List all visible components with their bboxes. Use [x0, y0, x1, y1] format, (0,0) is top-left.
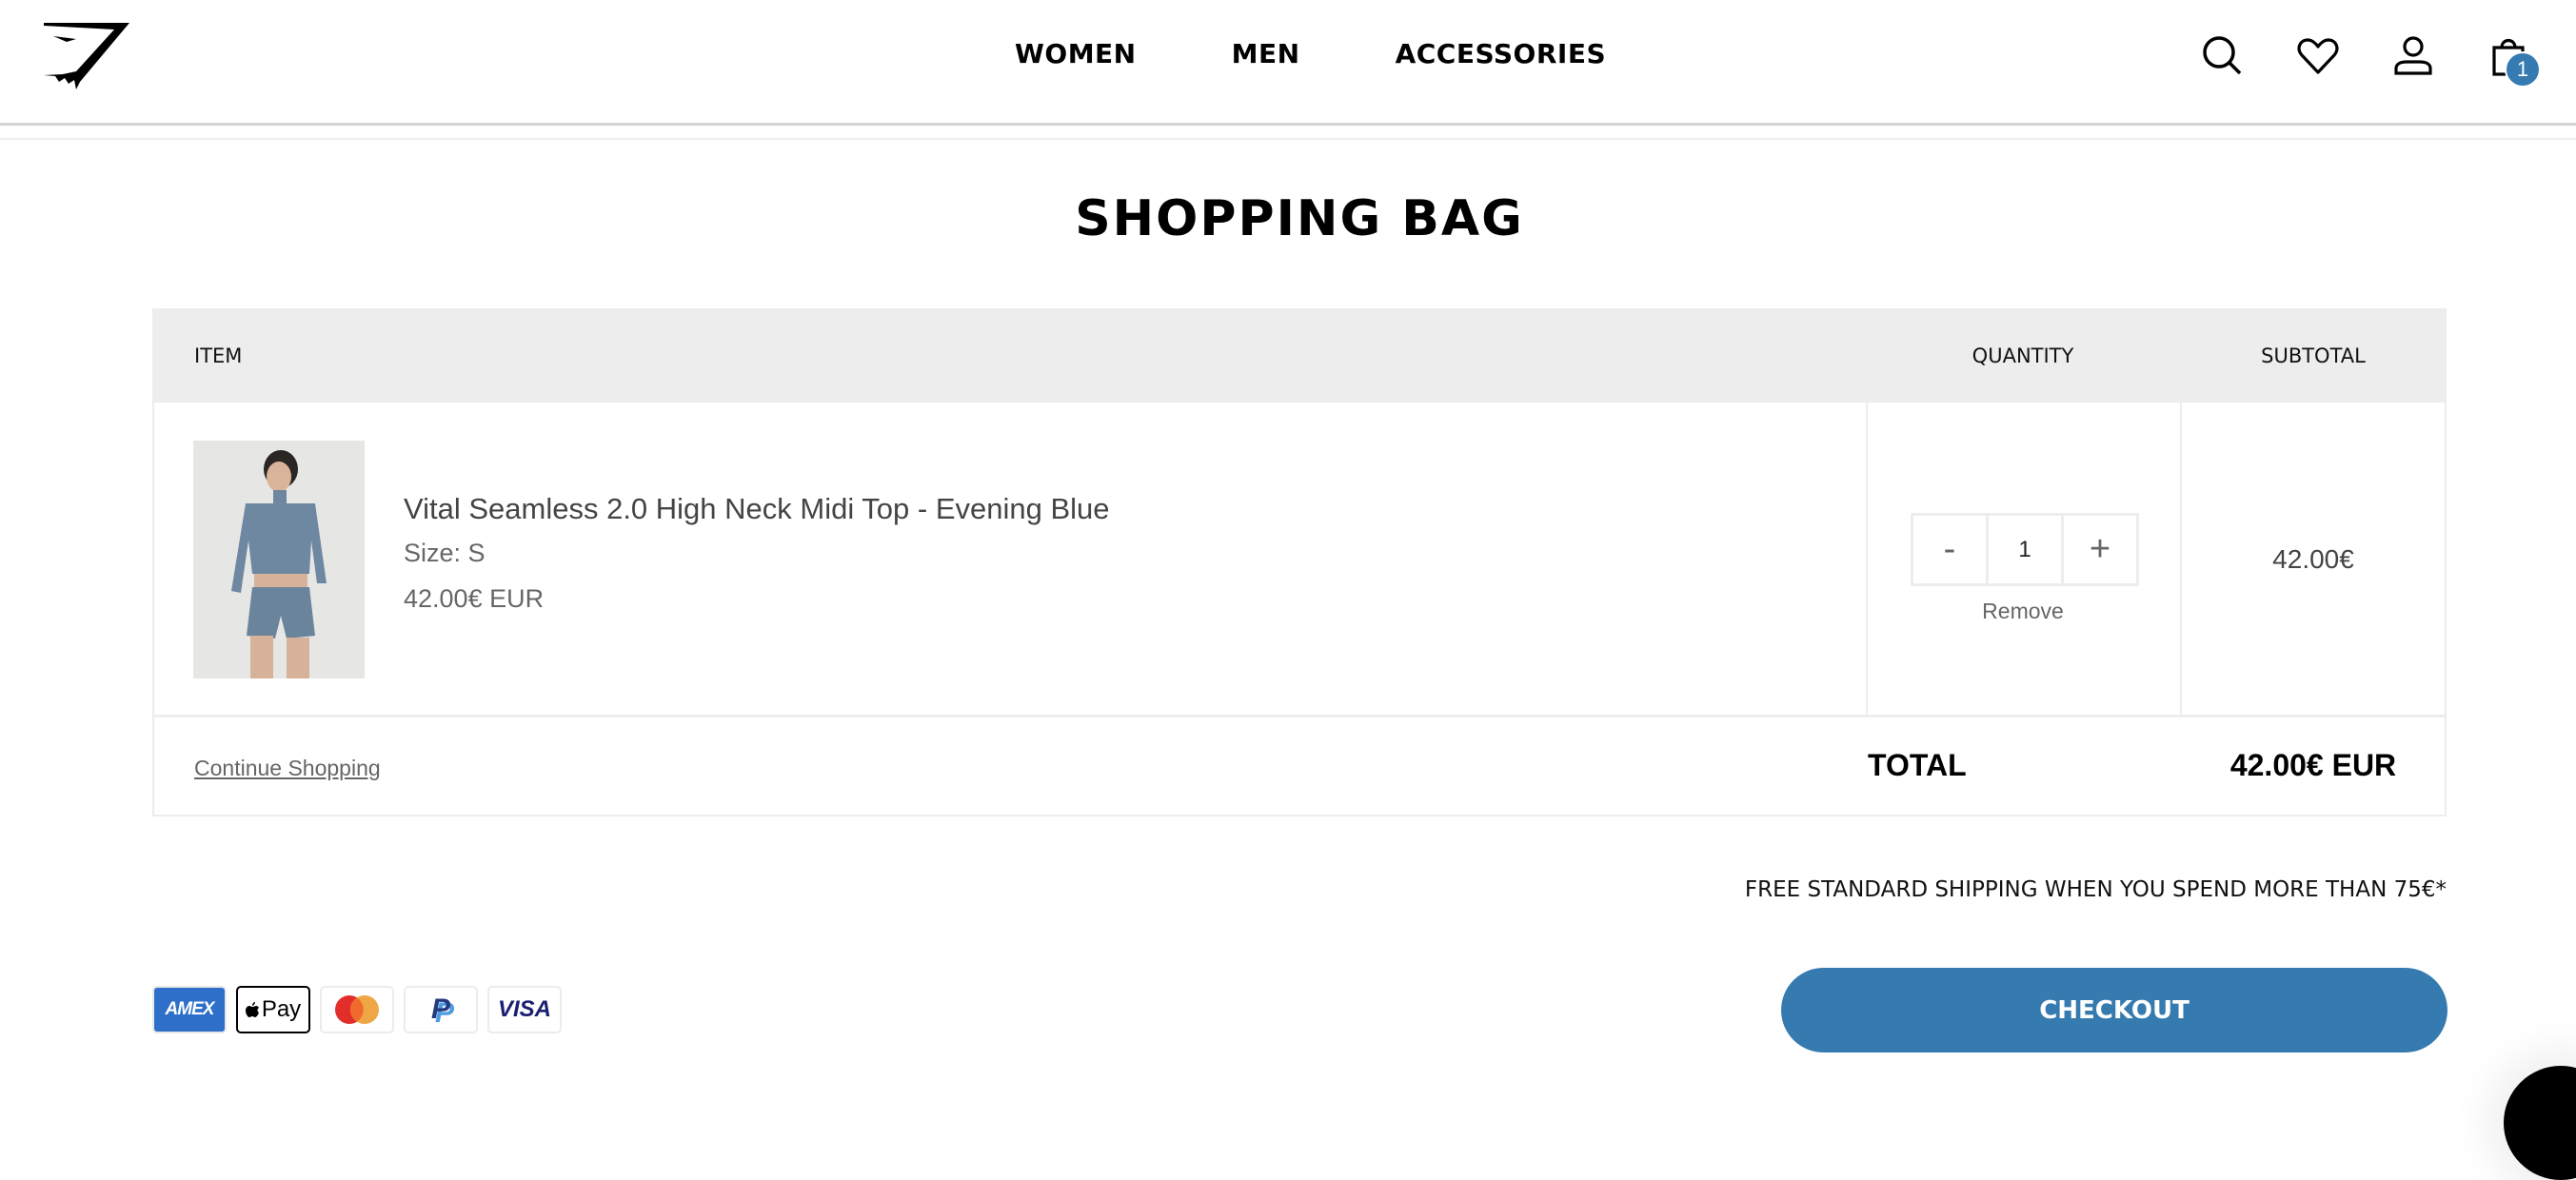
visa-icon: VISA — [487, 986, 562, 1033]
checkout-button[interactable]: CHECKOUT — [1781, 968, 2447, 1052]
table-header: ITEM QUANTITY SUBTOTAL — [154, 310, 2445, 403]
increment-button[interactable]: + — [2064, 516, 2136, 583]
account-icon[interactable] — [2389, 32, 2437, 80]
table-row: Vital Seamless 2.0 High Neck Midi Top - … — [154, 403, 2445, 718]
product-image[interactable] — [193, 441, 365, 678]
amex-icon: AMEX — [152, 986, 227, 1033]
bag-count-badge: 1 — [2507, 53, 2539, 86]
site-header: WOMEN MEN ACCESSORIES 1 — [0, 0, 2576, 126]
heart-icon[interactable] — [2294, 32, 2342, 80]
quantity-stepper: - 1 + — [1911, 513, 2139, 586]
continue-shopping-link[interactable]: Continue Shopping — [194, 756, 381, 781]
gymshark-logo[interactable] — [42, 21, 133, 89]
product-price: 42.00€ EUR — [404, 584, 545, 613]
total-value: 42.00€ EUR — [2229, 748, 2397, 782]
main-nav: WOMEN MEN ACCESSORIES — [1015, 38, 1606, 69]
visa-label: VISA — [497, 996, 551, 1022]
divider — [0, 138, 2576, 140]
product-size: Size: S — [404, 539, 485, 567]
cart-table: ITEM QUANTITY SUBTOTAL Vital Seamless 2.… — [152, 308, 2447, 816]
column-header-subtotal: SUBTOTAL — [2261, 344, 2366, 367]
chat-widget-button[interactable] — [2504, 1066, 2576, 1180]
apple-pay-label: Pay — [261, 996, 302, 1022]
nav-accessories[interactable]: ACCESSORIES — [1396, 38, 1607, 69]
column-header-item: ITEM — [194, 344, 243, 367]
total-row: Continue Shopping TOTAL 42.00€ EUR — [154, 718, 2445, 815]
search-icon[interactable] — [2199, 32, 2247, 80]
header-icons — [2199, 32, 2561, 89]
shipping-note: FREE STANDARD SHIPPING WHEN YOU SPEND MO… — [1744, 877, 2447, 902]
payment-methods: AMEX Pay P VISA — [152, 986, 571, 1033]
nav-men[interactable]: MEN — [1232, 38, 1300, 69]
apple-pay-icon: Pay — [236, 986, 310, 1033]
column-header-quantity: QUANTITY — [1972, 344, 2074, 367]
nav-women[interactable]: WOMEN — [1015, 38, 1137, 69]
column-divider — [1866, 403, 1868, 715]
decrement-button[interactable]: - — [1913, 516, 1986, 583]
paypal-icon: P — [404, 986, 478, 1033]
item-subtotal: 42.00€ — [2272, 544, 2354, 574]
amex-label: AMEX — [165, 999, 215, 1019]
total-label: TOTAL — [1868, 748, 1967, 782]
page-title: SHOPPING BAG — [1075, 190, 1524, 247]
product-name[interactable]: Vital Seamless 2.0 High Neck Midi Top - … — [404, 492, 1110, 526]
mastercard-icon — [320, 986, 394, 1033]
remove-button[interactable]: Remove — [1866, 599, 2180, 624]
quantity-value[interactable]: 1 — [1986, 516, 2064, 583]
paypal-label: P — [430, 993, 450, 1025]
